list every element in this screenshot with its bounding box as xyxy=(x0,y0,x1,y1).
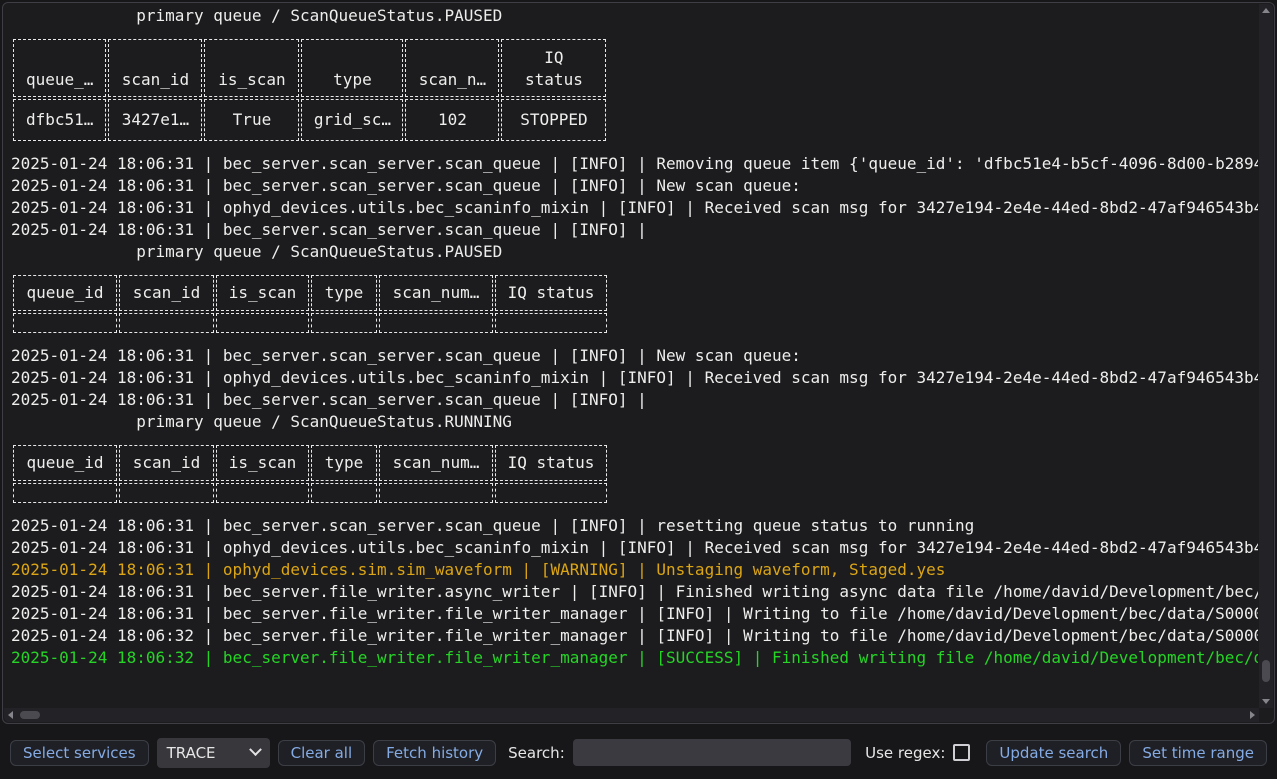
queue-table-header: is_scan xyxy=(204,39,299,97)
queue-table-header: IQ status xyxy=(495,445,607,481)
queue-table-header: scan_id xyxy=(119,445,214,481)
queue-table-header: IQ status xyxy=(501,39,606,97)
queue-table-header: is_scan xyxy=(216,445,309,481)
chevron-down-icon xyxy=(249,743,262,756)
log-content: primary queue / ScanQueueStatus.PAUSED qu… xyxy=(11,5,1258,707)
log-line: 2025-01-24 18:06:32 | bec_server.file_wr… xyxy=(11,625,1258,647)
set-time-range-button[interactable]: Set time range xyxy=(1129,740,1267,766)
queue-table-header: scan_id xyxy=(108,39,202,97)
use-regex-label: Use regex: xyxy=(865,744,945,762)
queue-table-cell: dfbc51… xyxy=(13,99,106,141)
fetch-history-button[interactable]: Fetch history xyxy=(373,740,496,766)
log-viewer: primary queue / ScanQueueStatus.PAUSED qu… xyxy=(2,2,1275,724)
use-regex-checkbox[interactable] xyxy=(953,744,970,761)
queue-table-header: scan_num… xyxy=(379,275,493,311)
queue-table-header: queue_id xyxy=(13,275,117,311)
queue-table-cell xyxy=(119,313,214,333)
log-line: 2025-01-24 18:06:31 | ophyd_devices.util… xyxy=(11,197,1258,219)
queue-table-header: scan_id xyxy=(119,275,214,311)
queue-table-cell xyxy=(13,313,117,333)
log-level-dropdown[interactable]: TRACE xyxy=(157,738,270,768)
queue-table-cell: 3427e1… xyxy=(108,99,202,141)
log-line: 2025-01-24 18:06:31 | bec_server.file_wr… xyxy=(11,603,1258,625)
log-line: 2025-01-24 18:06:31 | bec_server.scan_se… xyxy=(11,389,1258,411)
queue-table-cell xyxy=(13,483,117,503)
queue-table-header: queue_… xyxy=(13,39,106,97)
queue-table-header: queue_id xyxy=(13,445,117,481)
log-line: 2025-01-24 18:06:31 | bec_server.scan_se… xyxy=(11,515,1258,537)
queue-table-cell xyxy=(495,313,607,333)
log-line: primary queue / ScanQueueStatus.PAUSED xyxy=(11,5,1258,27)
queue-table-cell xyxy=(495,483,607,503)
queue-table-cell xyxy=(216,313,309,333)
queue-table-cell: STOPPED xyxy=(501,99,606,141)
queue-table-cell xyxy=(216,483,309,503)
toolbar: Select services TRACE Clear all Fetch hi… xyxy=(0,734,1277,779)
search-label: Search: xyxy=(508,744,565,762)
scroll-down-arrow-icon[interactable] xyxy=(1262,699,1270,704)
select-services-button[interactable]: Select services xyxy=(10,740,149,766)
clear-all-button[interactable]: Clear all xyxy=(278,740,366,766)
log-line: 2025-01-24 18:06:31 | bec_server.scan_se… xyxy=(11,219,1258,241)
queue-table-cell xyxy=(119,483,214,503)
queue-table-header: IQ status xyxy=(495,275,607,311)
scroll-up-arrow-icon[interactable] xyxy=(1262,8,1270,13)
horizontal-scrollbar-thumb[interactable] xyxy=(20,711,40,719)
search-input[interactable] xyxy=(573,739,851,766)
queue-table-cell xyxy=(311,313,377,333)
queue-table: queue_idscan_idis_scantypescan_num…IQ st… xyxy=(11,443,609,505)
horizontal-scrollbar[interactable] xyxy=(4,708,1259,722)
log-level-value: TRACE xyxy=(167,744,251,762)
vertical-scrollbar-thumb[interactable] xyxy=(1262,660,1270,682)
log-line: 2025-01-24 18:06:31 | bec_server.scan_se… xyxy=(11,345,1258,367)
log-line: 2025-01-24 18:06:31 | ophyd_devices.util… xyxy=(11,367,1258,389)
queue-table-header: scan_num… xyxy=(379,445,493,481)
scroll-right-arrow-icon[interactable] xyxy=(1250,711,1255,719)
scroll-left-arrow-icon[interactable] xyxy=(8,711,13,719)
queue-table: queue_…scan_idis_scantypescan_n…IQ statu… xyxy=(11,37,608,143)
log-line: 2025-01-24 18:06:31 | bec_server.scan_se… xyxy=(11,153,1258,175)
queue-table-cell xyxy=(379,483,493,503)
queue-table-cell xyxy=(311,483,377,503)
queue-table-header: type xyxy=(311,275,377,311)
log-line: 2025-01-24 18:06:31 | bec_server.scan_se… xyxy=(11,175,1258,197)
queue-table-header: type xyxy=(301,39,403,97)
log-line: 2025-01-24 18:06:31 | ophyd_devices.sim.… xyxy=(11,559,1258,581)
log-line: primary queue / ScanQueueStatus.PAUSED xyxy=(11,241,1258,263)
queue-table-cell: True xyxy=(204,99,299,141)
queue-table-header: scan_n… xyxy=(405,39,499,97)
queue-table-cell: 102 xyxy=(405,99,499,141)
vertical-scrollbar[interactable] xyxy=(1259,4,1273,708)
log-line: 2025-01-24 18:06:31 | ophyd_devices.util… xyxy=(11,537,1258,559)
queue-table-header: type xyxy=(311,445,377,481)
queue-table-cell: grid_sc… xyxy=(301,99,403,141)
queue-table-header: is_scan xyxy=(216,275,309,311)
queue-table-cell xyxy=(379,313,493,333)
update-search-button[interactable]: Update search xyxy=(986,740,1121,766)
log-line: 2025-01-24 18:06:32 | bec_server.file_wr… xyxy=(11,647,1258,669)
log-line: primary queue / ScanQueueStatus.RUNNING xyxy=(11,411,1258,433)
log-line: 2025-01-24 18:06:31 | bec_server.file_wr… xyxy=(11,581,1258,603)
queue-table: queue_idscan_idis_scantypescan_num…IQ st… xyxy=(11,273,609,335)
